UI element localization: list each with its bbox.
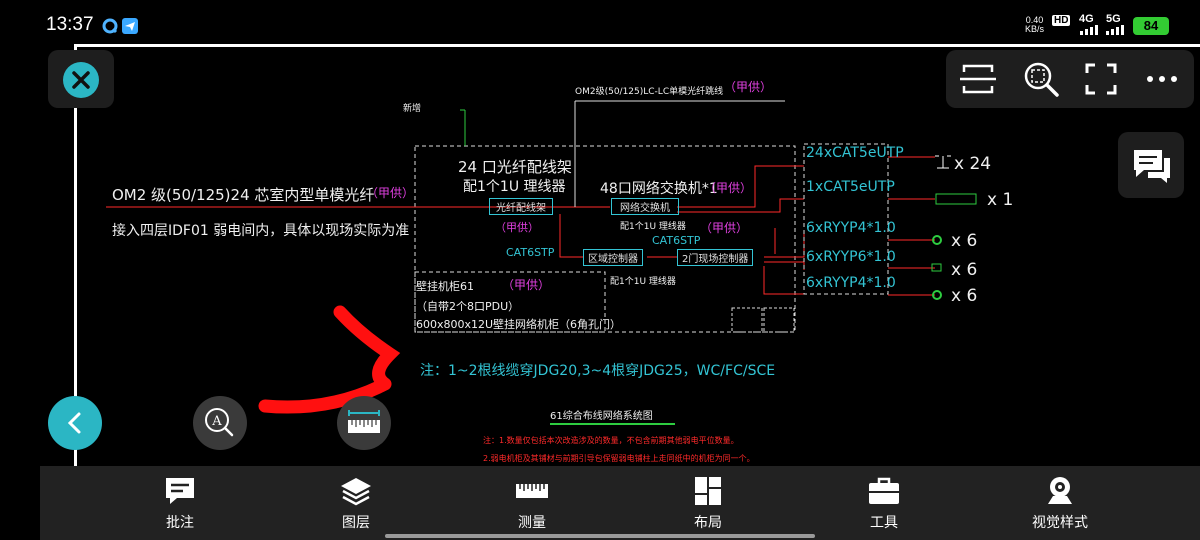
nav-tools-label: 工具 — [870, 515, 898, 531]
red-note-2: 2.弱电机柜及其铺材与前期引导包保留弱电铺柱上走同纸中的机柜为同一个。 — [483, 454, 755, 463]
cat6-left: CAT6STP — [506, 246, 555, 259]
fiber-box-jia: （甲供） — [495, 221, 539, 234]
toolbox-icon — [869, 477, 899, 504]
layout-icon — [695, 477, 721, 505]
cable-1: 24xCAT5eUTP — [806, 145, 904, 161]
diagram-title: 61综合布线网络系统图 — [550, 411, 653, 422]
switch-box: 网络交换机 — [611, 198, 679, 215]
small-top-left: 新增 — [403, 104, 422, 114]
text-search-icon: A — [205, 408, 234, 437]
battery-indicator: 84 — [1133, 17, 1169, 35]
measure-ruler-icon — [348, 410, 380, 433]
annotation-icon — [166, 478, 194, 504]
status-bar: 13:37 0.40 KB/s HD 4G 5G 84 — [40, 0, 1200, 44]
nav-layers[interactable]: 图层 — [291, 466, 421, 540]
red-note-1: 注：1.数量仅包括本次改造涉及的数量，不包含前期其他弱电平位数量。 — [483, 436, 739, 445]
app-q-icon — [102, 18, 118, 34]
switch-jia: （甲供） — [704, 181, 753, 195]
nav-tools[interactable]: 工具 — [819, 466, 949, 540]
comment-button[interactable] — [1118, 132, 1184, 198]
nav-measure-label: 测量 — [518, 515, 546, 531]
crop-frame-icon[interactable] — [960, 62, 996, 96]
qty-1: x 24 — [954, 154, 992, 174]
note-main: 注：1~2根线缆穿JDG20,3~4根穿JDG25，WC/FC/SCE — [420, 363, 776, 379]
drawing-canvas[interactable]: 新增 OM2级(50/125)LC-LC单模光纤跳线 （甲供） 24 口光纤配线… — [40, 44, 1200, 466]
door-controller-box: 2门现场控制器 — [677, 249, 754, 266]
status-time: 13:37 — [46, 14, 94, 35]
top-jia-gong: （甲供） — [724, 80, 773, 94]
nav-layout-label: 布局 — [694, 515, 722, 531]
net-speed: 0.40 KB/s — [1025, 15, 1045, 34]
cable-2: 1xCAT5eUTP — [806, 179, 895, 195]
nav-measure[interactable]: 测量 — [467, 466, 597, 540]
zoom-search-icon[interactable] — [1022, 60, 1060, 98]
top-fiber-label: OM2级(50/125)LC-LC单模光纤跳线 — [575, 87, 724, 97]
nav-visual-style[interactable]: 视觉样式 — [995, 466, 1125, 540]
cabinet-line-2: （自带2个8口PDU） — [416, 300, 520, 313]
cat6-right: CAT6STP — [652, 234, 701, 247]
qty-5: x 6 — [951, 286, 978, 306]
app-telegram-icon — [122, 18, 138, 34]
idf-note: 接入四层IDF01 弱电间内，具体以现场实际为准 — [112, 223, 410, 239]
chevron-left-icon — [67, 412, 81, 434]
qty-3: x 6 — [951, 231, 978, 251]
qty-4: x 6 — [951, 260, 978, 280]
cabinet-line-1: 壁挂机柜61 — [416, 280, 474, 293]
visual-style-icon — [1048, 477, 1072, 504]
nav-annotation[interactable]: 批注 — [115, 466, 245, 540]
cable-5: 6xRYYP4*1.0 — [806, 275, 896, 291]
cabinet-line-3: 600x800x12U壁挂网络机柜（6角孔门） — [416, 318, 622, 331]
fiber-frame-title-2: 配1个1U 理线器 — [463, 179, 566, 195]
text-search-button[interactable]: A — [193, 396, 247, 450]
nav-layers-label: 图层 — [342, 515, 370, 531]
fiber-frame-title-1: 24 口光纤配线架 — [458, 158, 572, 176]
home-indicator[interactable] — [385, 534, 815, 538]
collapse-button[interactable] — [48, 396, 102, 450]
signal-bars-icon — [1080, 25, 1098, 35]
signal-5g-label: 5G — [1106, 13, 1121, 25]
close-icon — [63, 62, 99, 98]
cable-3: 6xRYYP4*1.0 — [806, 220, 896, 236]
top-toolbar — [946, 50, 1194, 108]
signal-bars-icon-2 — [1106, 25, 1124, 35]
layers-icon — [341, 478, 371, 506]
hd-badge: HD — [1052, 15, 1071, 26]
cabinet-jia: （甲供） — [502, 278, 551, 292]
close-button[interactable] — [48, 50, 114, 108]
ruler-icon — [516, 484, 548, 498]
signal-4g-label: 4G — [1079, 13, 1094, 25]
nav-annotation-label: 批注 — [166, 515, 194, 531]
qty-2: x 1 — [987, 190, 1014, 210]
measure-button[interactable] — [337, 396, 391, 450]
comment-icon — [1134, 150, 1170, 183]
bottom-nav: 批注 图层 测量 布局 工具 视觉样式 — [40, 466, 1200, 540]
door-sub: 配1个1U 理线器 — [610, 277, 676, 287]
nav-visual-style-label: 视觉样式 — [1032, 515, 1088, 531]
om2-jia: （甲供） — [366, 186, 415, 200]
switch-box-sub: 配1个1U 理线器 — [620, 222, 686, 232]
cable-4: 6xRYYP6*1.0 — [806, 249, 896, 265]
nav-layout[interactable]: 布局 — [643, 466, 773, 540]
fullscreen-icon[interactable] — [1084, 62, 1118, 96]
area-controller-box: 区域控制器 — [583, 249, 643, 266]
fiber-box: 光纤配线架 — [489, 198, 553, 215]
switch-box-jia: （甲供） — [700, 221, 749, 235]
svg-text:A: A — [211, 414, 222, 429]
more-icon[interactable] — [1142, 62, 1182, 96]
switch-title: 48口网络交换机*1 — [600, 181, 718, 197]
om2-main: OM2 级(50/125)24 芯室内型单模光纤 — [112, 186, 375, 204]
